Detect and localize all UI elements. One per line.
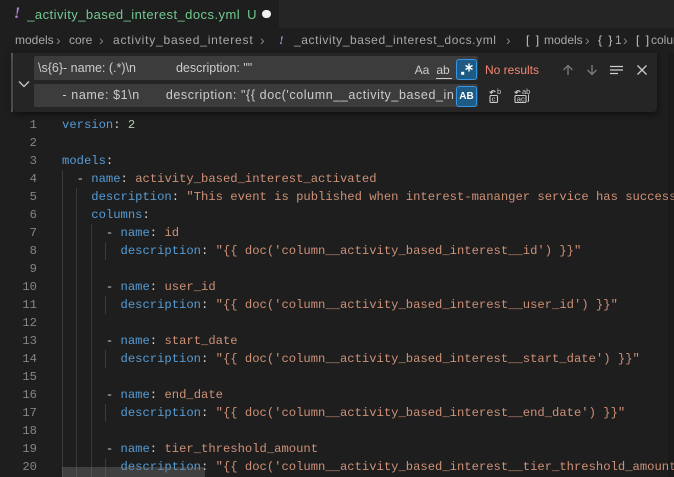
svg-text:c: c [492,95,496,104]
svg-text:ac: ac [517,95,525,104]
svg-text:b: b [497,87,501,96]
